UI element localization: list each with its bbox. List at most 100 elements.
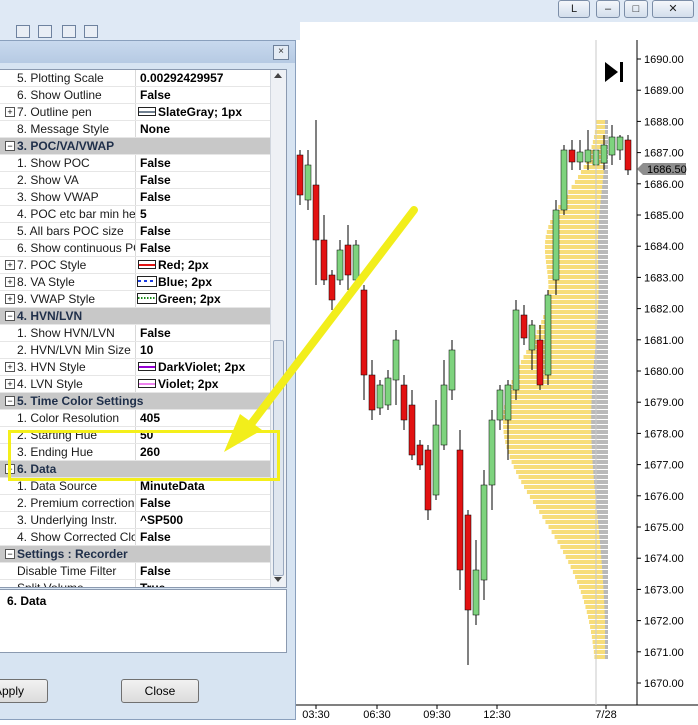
profile-bar-recent (596, 505, 608, 509)
property-value[interactable]: 405 (140, 410, 270, 426)
row-gutter (0, 325, 17, 341)
property-value[interactable]: True (140, 580, 270, 587)
property-value[interactable]: False (140, 189, 270, 205)
profile-bar-recent (593, 370, 608, 374)
property-value[interactable]: DarkViolet; 2px (158, 359, 286, 375)
expand-icon[interactable]: + (5, 379, 15, 389)
profile-bar-recent (598, 220, 608, 224)
property-value[interactable]: Blue; 2px (158, 274, 286, 290)
expand-icon[interactable]: + (5, 260, 15, 270)
candle-body (568, 149, 576, 163)
profile-bar-recent (596, 325, 608, 329)
minimize-button[interactable]: – (596, 0, 620, 18)
expand-icon[interactable]: + (5, 362, 15, 372)
profile-bar-recent (591, 405, 608, 409)
property-row[interactable]: Split Volume True (0, 580, 270, 587)
scroll-up-icon[interactable] (274, 73, 282, 78)
property-row[interactable]: 2. Show VA False (0, 172, 270, 189)
profile-bar-recent (591, 435, 608, 439)
dialog-close-button[interactable]: × (273, 45, 289, 60)
profile-bar-recent (599, 540, 608, 544)
dialog-titlebar[interactable] (0, 41, 295, 63)
property-row[interactable]: 4. Show Corrected Clos False (0, 529, 270, 546)
properties-dialog: × 5. Plotting Scale 0.00292429957 6. Show … (0, 40, 296, 720)
expand-icon[interactable]: + (5, 294, 15, 304)
profile-bar-recent (605, 630, 608, 634)
candle-body (488, 419, 496, 486)
scroll-down-icon[interactable] (274, 577, 282, 582)
collapse-icon[interactable]: − (5, 396, 15, 406)
profile-bar-recent (605, 640, 608, 644)
profile-bar-recent (591, 400, 608, 404)
candle-body (520, 314, 528, 339)
property-value[interactable]: False (140, 223, 270, 239)
close-window-button[interactable]: ✕ (652, 0, 694, 18)
close-button[interactable]: Close (121, 679, 199, 703)
profile-bar-recent (598, 230, 608, 234)
property-value[interactable]: False (140, 172, 270, 188)
property-row[interactable]: 1. Show POC False (0, 155, 270, 172)
property-row[interactable]: +3. HVN Style DarkViolet; 2px (0, 359, 270, 376)
property-row[interactable]: Disable Time Filter False (0, 563, 270, 580)
property-category[interactable]: −3. POC/VA/VWAP (0, 138, 270, 155)
collapse-icon[interactable]: − (5, 549, 15, 559)
expand-icon[interactable]: + (5, 277, 15, 287)
profile-bar-recent (597, 245, 608, 249)
pen-swatch-icon (138, 107, 156, 116)
property-value[interactable]: Red; 2px (158, 257, 286, 273)
property-category[interactable]: −4. HVN/LVN (0, 308, 270, 325)
price-label: 1681.00 (644, 335, 684, 347)
property-value[interactable]: 10 (140, 342, 270, 358)
property-row[interactable]: +4. LVN Style Violet; 2px (0, 376, 270, 393)
maximize-button[interactable]: □ (624, 0, 648, 18)
property-value[interactable]: Green; 2px (158, 291, 286, 307)
row-gutter (0, 206, 17, 222)
property-row[interactable]: 2. Premium correction False (0, 495, 270, 512)
property-row[interactable]: +8. VA Style Blue; 2px (0, 274, 270, 291)
property-value[interactable]: False (140, 495, 270, 511)
candle-body (408, 404, 416, 456)
property-row[interactable]: +7. Outline pen SlateGray; 1px (0, 104, 270, 121)
property-value[interactable]: None (140, 121, 270, 137)
property-row[interactable]: 4. POC etc bar min heig 5 (0, 206, 270, 223)
property-value[interactable]: False (140, 325, 270, 341)
property-row[interactable]: 3. Underlying Instr. ^SP500 (0, 512, 270, 529)
window-layout-button[interactable]: L (558, 0, 590, 18)
profile-bar-recent (592, 465, 608, 469)
collapse-icon[interactable]: − (5, 311, 15, 321)
property-category[interactable]: − Settings : Recorder (0, 546, 270, 563)
property-value[interactable]: SlateGray; 1px (158, 104, 286, 120)
property-row[interactable]: 6. Show Outline False (0, 87, 270, 104)
property-value[interactable]: False (140, 563, 270, 579)
candle-body (416, 444, 424, 466)
property-grid-scrollbar[interactable] (270, 70, 286, 587)
property-row[interactable]: 8. Message Style None (0, 121, 270, 138)
property-name: 3. HVN Style (17, 359, 136, 375)
property-value[interactable]: False (140, 529, 270, 545)
property-value[interactable]: 5 (140, 206, 270, 222)
profile-bar-recent (605, 625, 608, 629)
property-value[interactable]: False (140, 240, 270, 256)
collapse-icon[interactable]: − (5, 141, 15, 151)
property-row[interactable]: 1. Color Resolution 405 (0, 410, 270, 427)
property-row[interactable]: 3. Show VWAP False (0, 189, 270, 206)
property-value[interactable]: False (140, 87, 270, 103)
property-value[interactable]: False (140, 155, 270, 171)
property-value[interactable]: ^SP500 (140, 512, 270, 528)
property-row[interactable]: 1. Show HVN/LVN False (0, 325, 270, 342)
profile-bar-recent (598, 275, 608, 279)
apply-button[interactable]: Apply (0, 679, 48, 703)
property-row[interactable]: 5. All bars POC size False (0, 223, 270, 240)
property-row[interactable]: 5. Plotting Scale 0.00292429957 (0, 70, 270, 87)
profile-bar-recent (603, 170, 608, 174)
property-value[interactable]: Violet; 2px (158, 376, 286, 392)
property-row[interactable]: +7. POC Style Red; 2px (0, 257, 270, 274)
property-row[interactable]: 2. HVN/LVN Min Size 10 (0, 342, 270, 359)
expand-icon[interactable]: + (5, 107, 15, 117)
property-row[interactable]: 6. Show continuous PO False (0, 240, 270, 257)
property-category[interactable]: −5. Time Color Settings (0, 393, 270, 410)
property-row[interactable]: +9. VWAP Style Green; 2px (0, 291, 270, 308)
property-value[interactable]: 0.00292429957 (140, 70, 270, 86)
candle-body (304, 164, 312, 201)
time-axis: 03:30 06:30 09:30 12:30 7/28 (302, 705, 617, 721)
